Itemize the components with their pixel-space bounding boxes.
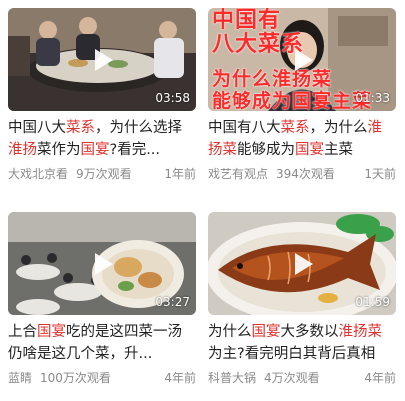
title-segment: 主菜 bbox=[324, 142, 353, 158]
video-title[interactable]: 中国有八大菜系，为什么淮扬菜能够成为国宴主菜 bbox=[208, 117, 396, 161]
title-keyword: 淮扬菜 bbox=[338, 324, 383, 340]
play-icon bbox=[295, 252, 313, 275]
video-thumbnail[interactable]: 03:58 bbox=[8, 8, 196, 111]
video-duration: 01:59 bbox=[355, 295, 390, 309]
play-icon bbox=[95, 252, 113, 275]
title-segment: ，为什么 bbox=[309, 120, 368, 136]
video-meta: 戏艺有观点 394次观看 1天前 bbox=[208, 166, 396, 182]
view-count: 4万次观看 bbox=[264, 371, 320, 385]
title-segment: 为什么 bbox=[208, 324, 252, 340]
view-count: 100万次观看 bbox=[40, 371, 111, 385]
channel-name[interactable]: 戏艺有观点 bbox=[208, 167, 268, 181]
title-segment: 上合 bbox=[8, 324, 37, 340]
publish-age: 1年前 bbox=[164, 167, 196, 181]
thumbnail-caption: 中国有 bbox=[212, 8, 282, 33]
channel-name[interactable]: 大戏北京看 bbox=[8, 167, 68, 181]
video-title[interactable]: 上合国宴吃的是这四菜一汤仍啥是这几个菜，升... bbox=[8, 321, 196, 365]
view-count: 9万次观看 bbox=[76, 167, 132, 181]
video-thumbnail[interactable]: 中国有 八大菜系 为什么淮扬菜 能够成为国宴主菜 01:33 bbox=[208, 8, 396, 111]
publish-age: 4年前 bbox=[364, 371, 396, 385]
title-keyword: 菜系 bbox=[66, 120, 95, 136]
channel-name[interactable]: 蓝睛 bbox=[8, 371, 32, 385]
video-card[interactable]: 01:59 为什么国宴大多数以淮扬菜为主?看完明白其背后真相 科普大锅 4万次观看… bbox=[208, 212, 396, 386]
view-count: 394次观看 bbox=[276, 167, 335, 181]
title-segment: ，为什么选择 bbox=[95, 120, 182, 136]
video-grid: 03:58 中国八大菜系，为什么选择淮扬菜作为国宴?看完... 大戏北京看 9万次… bbox=[0, 0, 405, 401]
play-icon bbox=[95, 48, 113, 71]
title-keyword: 国宴 bbox=[37, 324, 66, 340]
title-segment: ?看完... bbox=[109, 142, 161, 158]
video-title[interactable]: 为什么国宴大多数以淮扬菜为主?看完明白其背后真相 bbox=[208, 321, 396, 365]
video-meta: 蓝睛 100万次观看 4年前 bbox=[8, 370, 196, 386]
play-icon bbox=[295, 48, 313, 71]
title-keyword: 国宴 bbox=[80, 142, 110, 158]
video-duration: 03:27 bbox=[155, 295, 190, 309]
title-keyword: 菜系 bbox=[280, 120, 310, 136]
thumbnail-caption: 能够成为国宴主菜 bbox=[212, 90, 373, 111]
video-card[interactable]: 03:27 上合国宴吃的是这四菜一汤仍啥是这几个菜，升... 蓝睛 100万次观看… bbox=[8, 212, 196, 386]
video-thumbnail[interactable]: 03:27 bbox=[8, 212, 196, 315]
title-segment: 菜作为 bbox=[37, 142, 81, 158]
title-segment: 中国八大 bbox=[8, 120, 66, 136]
title-keyword: 国宴 bbox=[251, 324, 281, 340]
title-keyword: 淮扬 bbox=[8, 142, 37, 158]
video-duration: 01:33 bbox=[355, 91, 390, 105]
video-duration: 03:58 bbox=[155, 91, 190, 105]
title-segment: 为主?看完明白其背后真相 bbox=[208, 346, 376, 362]
title-segment: 大多数以 bbox=[280, 324, 339, 340]
video-card[interactable]: 03:58 中国八大菜系，为什么选择淮扬菜作为国宴?看完... 大戏北京看 9万次… bbox=[8, 8, 196, 182]
video-thumbnail[interactable]: 01:59 bbox=[208, 212, 396, 315]
publish-age: 4年前 bbox=[164, 371, 196, 385]
title-keyword: 菜 bbox=[222, 142, 238, 158]
video-meta: 大戏北京看 9万次观看 1年前 bbox=[8, 166, 196, 182]
title-segment: 能够成为 bbox=[237, 142, 295, 158]
title-keyword: 国宴 bbox=[295, 142, 324, 158]
video-card[interactable]: 中国有 八大菜系 为什么淮扬菜 能够成为国宴主菜 01:33 中国有八大菜系，为… bbox=[208, 8, 396, 182]
channel-name[interactable]: 科普大锅 bbox=[208, 371, 256, 385]
video-title[interactable]: 中国八大菜系，为什么选择淮扬菜作为国宴?看完... bbox=[8, 117, 196, 161]
title-segment: 中国有八大 bbox=[208, 120, 281, 136]
publish-age: 1天前 bbox=[364, 167, 396, 181]
video-meta: 科普大锅 4万次观看 4年前 bbox=[208, 370, 396, 386]
